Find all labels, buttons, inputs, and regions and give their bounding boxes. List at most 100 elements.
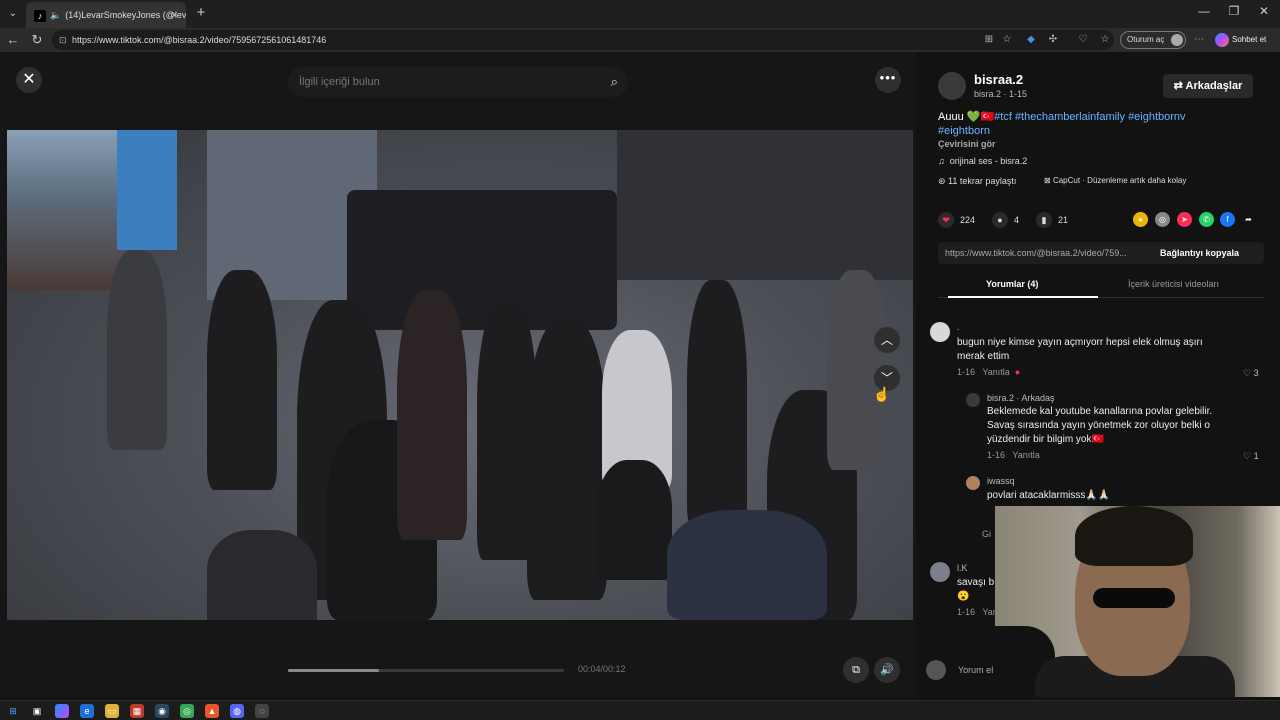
volume-icon[interactable]: 🔊: [874, 657, 900, 683]
friends-button[interactable]: ⇄ Arkadaşlar: [1163, 74, 1253, 98]
comment-author[interactable]: .: [957, 322, 960, 332]
comment-text: Beklemede kal youtube kanallarına povlar…: [987, 405, 1212, 447]
obs-icon[interactable]: ◌: [255, 704, 269, 718]
video-figure: [527, 320, 607, 600]
speaker-icon[interactable]: 🔈: [50, 10, 61, 20]
share-coin-icon[interactable]: ●: [1133, 212, 1148, 227]
favorite-star-icon[interactable]: ☆: [1000, 33, 1014, 47]
video-scene-truck: [347, 190, 617, 330]
site-info-icon[interactable]: ⊡: [59, 30, 67, 50]
video-scene-sign: [117, 130, 177, 250]
comment-like-button[interactable]: ♡ 1: [1243, 451, 1259, 462]
save-button[interactable]: ▮ 21: [1036, 212, 1068, 228]
chrome-icon[interactable]: ◎: [180, 704, 194, 718]
refresh-icon[interactable]: ↻: [28, 31, 46, 49]
hashtag[interactable]: #eightbornv: [1128, 111, 1186, 123]
comment-text: savaşı b 😮: [957, 576, 994, 604]
maximize-icon[interactable]: ❐: [1224, 4, 1244, 18]
extensions-puzzle-icon[interactable]: ✣: [1046, 33, 1060, 47]
author-avatar[interactable]: [938, 72, 966, 100]
favorites-icon[interactable]: ☆: [1098, 33, 1112, 47]
search-icon[interactable]: ⌕: [611, 67, 618, 97]
app-taskbar-icon[interactable]: ▦: [130, 704, 144, 718]
comment-text-line: yüzdendir bir bilgim yok🇹🇷: [987, 434, 1104, 445]
close-tab-icon[interactable]: ✕: [170, 2, 178, 28]
author-subtitle: bisra.2 · 1-15: [974, 89, 1028, 99]
tab-creator-videos[interactable]: İçerik üreticisi videoları: [1128, 279, 1219, 289]
tab-actions-menu-icon[interactable]: ⌄: [4, 5, 22, 23]
search-input[interactable]: İlgili içeriği bulun ⌕: [288, 67, 628, 97]
comment-author[interactable]: l.K: [957, 563, 968, 573]
browser-tab[interactable]: ♪ 🔈 (14)LevarSmokeyJones (@levar ✕: [26, 2, 186, 28]
author-name[interactable]: bisraa.2: [974, 72, 1023, 87]
split-screen-icon[interactable]: ⊞: [982, 33, 996, 47]
signin-button[interactable]: Oturum aç: [1120, 31, 1186, 49]
avatar[interactable]: [930, 322, 950, 342]
avatar[interactable]: [966, 393, 980, 407]
comment-like-count: 3: [1253, 368, 1259, 378]
tab-comments[interactable]: Yorumlar (4): [986, 279, 1038, 289]
view-more-replies[interactable]: Gi: [982, 529, 991, 539]
browser-essentials-icon[interactable]: ♡: [1076, 33, 1090, 47]
avatar[interactable]: [966, 476, 980, 490]
comment-date: 1-16: [957, 367, 976, 377]
comment-author[interactable]: bisra.2 · Arkadaş: [987, 393, 1055, 403]
reply-link[interactable]: Yanıtla: [982, 367, 1009, 377]
steam-icon[interactable]: ◉: [155, 704, 169, 718]
like-button[interactable]: ❤ 224: [938, 212, 975, 228]
back-icon[interactable]: ←: [4, 31, 22, 49]
discord-icon[interactable]: ◍: [230, 704, 244, 718]
new-tab-button[interactable]: +: [192, 4, 210, 22]
edge-taskbar-icon[interactable]: e: [80, 704, 94, 718]
app-taskbar-icon[interactable]: ▲: [205, 704, 219, 718]
picture-in-picture-icon[interactable]: ⧉: [843, 657, 869, 683]
share-more-icon[interactable]: ➦: [1241, 212, 1256, 227]
comment-meta: 1-16 Yanıtla: [987, 450, 1040, 460]
hashtag[interactable]: #thechamberlainfamily: [1015, 111, 1125, 123]
comment-input[interactable]: Yorum el: [958, 665, 993, 675]
capcut-promo[interactable]: ⊠ CapCut · Düzenleme artık daha kolay: [1044, 176, 1186, 185]
hashtag[interactable]: #eightborn: [938, 125, 990, 137]
file-explorer-icon[interactable]: ▭: [105, 704, 119, 718]
minimize-icon[interactable]: —: [1194, 4, 1214, 18]
like-count: 224: [960, 215, 976, 225]
close-window-icon[interactable]: ✕: [1254, 4, 1274, 18]
reposts-label: 11 tekrar paylaştı: [948, 176, 1017, 186]
comment-date: 1-16: [957, 607, 976, 617]
comment-like-button[interactable]: ♡ 3: [1243, 368, 1259, 379]
share-send-icon[interactable]: ➤: [1177, 212, 1192, 227]
progress-bar[interactable]: [288, 669, 564, 672]
share-whatsapp-icon[interactable]: ✆: [1199, 212, 1214, 227]
share-facebook-icon[interactable]: f: [1220, 212, 1235, 227]
video-figure: [207, 530, 317, 620]
url-field[interactable]: ⊡ https://www.tiktok.com/@bisraa.2/video…: [52, 30, 1114, 50]
start-windows-icon[interactable]: ⊞: [6, 704, 20, 718]
copilot-taskbar-icon[interactable]: [55, 704, 69, 718]
capcut-label: CapCut · Düzenleme artık daha kolay: [1052, 176, 1187, 185]
previous-video-button[interactable]: ︿: [874, 327, 900, 353]
reply-link[interactable]: Yanıtla: [1012, 450, 1039, 460]
url-text: https://www.tiktok.com/@bisraa.2/video/7…: [72, 35, 327, 45]
reposts-row[interactable]: ⊛ 11 tekrar paylaştı: [938, 176, 1016, 187]
comment-like-count: 1: [1253, 451, 1259, 461]
heart-icon: ❤: [938, 212, 954, 228]
more-options-button[interactable]: •••: [875, 67, 901, 93]
avatar[interactable]: [930, 562, 950, 582]
more-menu-icon[interactable]: ⋯: [1192, 33, 1206, 47]
share-embed-icon[interactable]: ◎: [1155, 212, 1170, 227]
comment-button[interactable]: ● 4: [992, 212, 1019, 228]
profile-avatar-icon: [1171, 34, 1183, 46]
copilot-button[interactable]: Sohbet et: [1214, 31, 1276, 49]
share-link-row: https://www.tiktok.com/@bisraa.2/video/7…: [938, 242, 1264, 264]
hashtag[interactable]: #tcf: [994, 111, 1012, 123]
task-view-icon[interactable]: ▣: [30, 704, 44, 718]
extension-shield-icon[interactable]: ◆: [1024, 33, 1038, 47]
share-link-text[interactable]: https://www.tiktok.com/@bisraa.2/video/7…: [945, 242, 1127, 264]
comment-author[interactable]: iwassq: [987, 476, 1015, 486]
video-frame[interactable]: [7, 130, 913, 620]
see-translation-link[interactable]: Çevirisini gör: [938, 139, 996, 149]
close-player-button[interactable]: ✕: [16, 67, 42, 93]
music-row[interactable]: ♫ orijinal ses - bisra.2: [938, 156, 1027, 166]
comment-text-line: merak ettim: [957, 351, 1010, 362]
copy-link-button[interactable]: Bağlantıyı kopyala: [1160, 242, 1239, 264]
